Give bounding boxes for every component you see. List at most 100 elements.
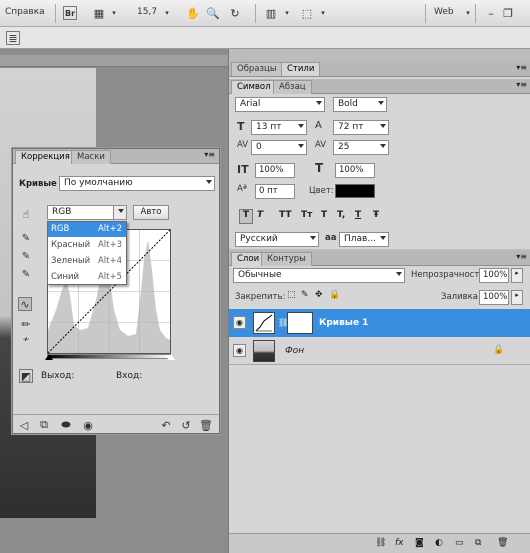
minimize-icon[interactable]: –: [484, 6, 498, 20]
rotate-view-icon[interactable]: ↻: [228, 6, 242, 20]
lock-position-icon[interactable]: ✥: [315, 290, 323, 300]
reset-icon[interactable]: ↺: [179, 418, 193, 432]
opacity-slider-toggle[interactable]: ▸: [511, 268, 523, 283]
layer-name[interactable]: Фон: [285, 346, 304, 356]
fill-field[interactable]: 100%: [479, 290, 509, 305]
panel-menu-icon[interactable]: ▾≡: [516, 252, 527, 261]
hand-tool-icon[interactable]: ✋: [186, 6, 200, 20]
zoom-tool-icon[interactable]: 🔍: [206, 6, 220, 20]
zoom-level[interactable]: 15,7: [137, 7, 157, 17]
channel-select[interactable]: RGB: [47, 205, 127, 220]
layer-row[interactable]: ◉ Фон 🔒: [229, 337, 530, 365]
list-item[interactable]: RGB Alt+2: [48, 222, 126, 237]
tab-layers[interactable]: Слои: [231, 252, 266, 266]
return-to-list-icon[interactable]: ◁: [17, 418, 31, 432]
font-size-field[interactable]: 13 пт: [251, 120, 307, 135]
tracking-field[interactable]: 25: [333, 140, 389, 155]
output-label: Выход:: [41, 371, 75, 381]
view-extras-icon[interactable]: ▦: [92, 6, 106, 20]
chevron-down-icon[interactable]: ▾: [461, 6, 475, 20]
tool-preset-icon[interactable]: ≣: [6, 31, 20, 45]
view-previous-icon[interactable]: ↶: [159, 418, 173, 432]
clip-to-layer-icon[interactable]: ⬬: [59, 418, 73, 432]
preset-select[interactable]: По умолчанию: [59, 176, 215, 191]
tab-paths[interactable]: Контуры: [261, 252, 312, 266]
new-layer-icon[interactable]: ⧉: [475, 538, 481, 548]
white-point-eyedropper-icon[interactable]: ✎: [19, 267, 33, 281]
strikethrough-button[interactable]: Ŧ: [373, 210, 379, 220]
chevron-down-icon[interactable]: ▾: [280, 6, 294, 20]
eye-icon[interactable]: ◉: [233, 344, 246, 357]
link-layers-icon[interactable]: ⛓: [375, 538, 386, 548]
faux-bold-button[interactable]: T: [239, 209, 253, 224]
lock-all-icon[interactable]: 🔒: [329, 290, 340, 300]
antialias-select[interactable]: Плав...: [339, 232, 389, 247]
leading-field[interactable]: 72 пт: [333, 120, 389, 135]
list-item[interactable]: Зеленый Alt+4: [48, 254, 126, 269]
baseline-shift-field[interactable]: 0 пт: [255, 184, 295, 199]
curve-edit-icon[interactable]: ∿: [18, 297, 32, 311]
help-menu[interactable]: Справка: [5, 7, 45, 17]
visibility-icon[interactable]: ◉: [81, 418, 95, 432]
font-family-select[interactable]: Arial: [235, 97, 325, 112]
blend-mode-select[interactable]: Обычные: [233, 268, 405, 283]
tab-paragraph[interactable]: Абзац: [273, 80, 312, 94]
lock-transparency-icon[interactable]: ⬚: [287, 290, 296, 300]
auto-button[interactable]: Авто: [133, 205, 169, 220]
tab-swatches[interactable]: Образцы: [231, 62, 283, 76]
panel-menu-icon[interactable]: ▾≡: [516, 80, 527, 89]
add-mask-icon[interactable]: ◙: [415, 538, 424, 548]
tab-styles[interactable]: Стили: [281, 62, 321, 76]
black-point-eyedropper-icon[interactable]: ✎: [19, 231, 33, 245]
group-icon[interactable]: ▭: [455, 538, 464, 548]
chevron-down-icon[interactable]: ▾: [107, 6, 121, 20]
trash-icon[interactable]: 🗑: [199, 418, 213, 432]
language-select[interactable]: Русский: [235, 232, 319, 247]
adjustment-layer-icon[interactable]: ◐: [435, 538, 443, 548]
kerning-field[interactable]: 0: [251, 140, 307, 155]
restore-icon[interactable]: ❐: [501, 6, 515, 20]
document-tab-strip[interactable]: [0, 55, 228, 67]
arrange-documents-icon[interactable]: ▥: [264, 6, 278, 20]
layer-name[interactable]: Кривые 1: [319, 318, 368, 328]
tab-adjustments[interactable]: Коррекция: [15, 150, 76, 164]
tab-masks[interactable]: Маски: [71, 150, 111, 164]
all-caps-button[interactable]: TT: [279, 210, 292, 220]
expanded-view-icon[interactable]: ⧉: [37, 418, 51, 432]
list-item[interactable]: Красный Alt+3: [48, 238, 126, 253]
lock-image-icon[interactable]: ✎: [301, 290, 309, 300]
white-point-slider[interactable]: [167, 354, 175, 360]
adjustments-tab-row: Коррекция Маски ▾≡: [13, 149, 219, 164]
subscript-button[interactable]: T,: [337, 210, 345, 220]
fx-icon[interactable]: fx: [395, 538, 404, 548]
gray-point-eyedropper-icon[interactable]: ✎: [19, 249, 33, 263]
superscript-button[interactable]: T: [321, 210, 327, 220]
eye-icon[interactable]: ◉: [233, 316, 246, 329]
chevron-down-icon[interactable]: ▾: [316, 6, 330, 20]
on-image-adjust-icon[interactable]: ☝: [19, 207, 33, 221]
black-point-slider[interactable]: [45, 354, 53, 360]
panel-menu-icon[interactable]: ▾≡: [204, 150, 215, 159]
trash-icon[interactable]: 🗑: [497, 538, 508, 548]
panel-menu-icon[interactable]: ▾≡: [516, 63, 527, 72]
font-style-select[interactable]: Bold: [333, 97, 387, 112]
tab-character[interactable]: Символ: [231, 80, 277, 94]
small-caps-button[interactable]: Tт: [301, 210, 312, 220]
fill-slider-toggle[interactable]: ▸: [511, 290, 523, 305]
pencil-icon[interactable]: ✏: [19, 317, 33, 331]
faux-italic-button[interactable]: T: [257, 210, 263, 220]
show-clipping-icon[interactable]: ◩: [19, 369, 33, 383]
smooth-curve-icon[interactable]: ≁: [19, 333, 33, 347]
bridge-icon[interactable]: Br: [63, 6, 77, 20]
text-color-swatch[interactable]: [335, 184, 375, 198]
screen-mode-icon[interactable]: ⬚: [300, 6, 314, 20]
vertical-scale-field[interactable]: 100%: [255, 163, 295, 178]
layer-mask-thumbnail[interactable]: [287, 312, 313, 334]
horizontal-scale-field[interactable]: 100%: [335, 163, 375, 178]
underline-button[interactable]: T: [355, 210, 361, 220]
workspace-switcher[interactable]: Web: [434, 7, 454, 17]
chevron-down-icon[interactable]: ▾: [160, 6, 174, 20]
list-item[interactable]: Синий Alt+5: [48, 270, 126, 285]
opacity-field[interactable]: 100%: [479, 268, 509, 283]
layer-row[interactable]: ◉ ⛓ Кривые 1: [229, 309, 530, 337]
